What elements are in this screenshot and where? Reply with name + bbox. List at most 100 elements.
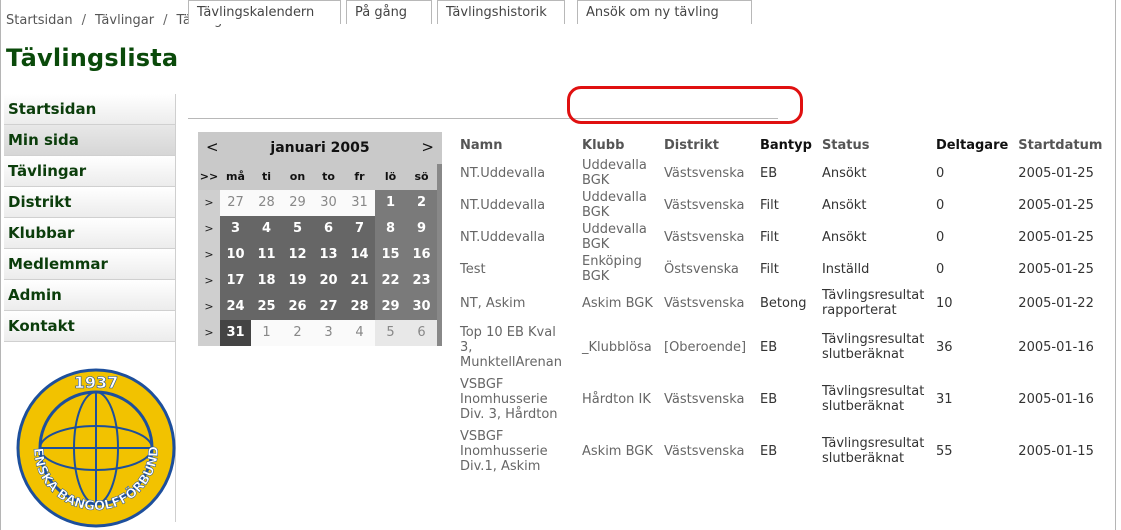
table-cell-distrikt: Västsvenska	[664, 391, 745, 407]
calendar-day[interactable]: 2	[406, 190, 437, 216]
table-row[interactable]: NT, Askim Askim BGK Västsvenska Betong Tävli…	[454, 285, 1112, 321]
calendar-day[interactable]: 5	[375, 320, 406, 346]
table-cell-status: Inställd	[821, 261, 870, 277]
column-header-status[interactable]: Status	[816, 133, 930, 157]
table-cell-namn[interactable]: Test	[454, 253, 576, 285]
table-cell-namn[interactable]: NT, Askim	[454, 285, 576, 321]
column-header-klubb[interactable]: Klubb	[576, 133, 658, 157]
table-row[interactable]: Top 10 EB Kval 3, MunktellArenan _Klubblö…	[454, 321, 1112, 373]
breadcrumb-separator: /	[81, 13, 86, 28]
calendar-day[interactable]: 5	[282, 216, 313, 242]
sidebar-item-min-sida[interactable]: Min sida	[4, 125, 176, 156]
calendar-day[interactable]: 28	[344, 294, 375, 320]
sidebar-item-distrikt[interactable]: Distrikt	[4, 187, 176, 218]
calendar-day[interactable]: 6	[313, 216, 344, 242]
calendar-day[interactable]: 7	[344, 216, 375, 242]
table-cell-bantyp: Filt	[760, 261, 779, 277]
breadcrumb-home[interactable]: Startsidan	[6, 13, 73, 28]
calendar-day[interactable]: 27	[313, 294, 344, 320]
tab-ansok-om-ny-tavling[interactable]: Ansök om ny tävling	[577, 0, 752, 24]
sidebar-item-tavlingar[interactable]: Tävlingar	[4, 156, 176, 187]
sidebar-item-klubbar[interactable]: Klubbar	[4, 218, 176, 249]
table-row[interactable]: Test Enköping BGK Östsvenska Filt Inställd 0 2…	[454, 253, 1112, 285]
sidebar-item-admin[interactable]: Admin	[4, 280, 176, 311]
calendar-day[interactable]: 15	[375, 242, 406, 268]
calendar: < januari 2005 > >> må ti on to fr lö sö >27 28 29…	[198, 132, 442, 346]
calendar-day[interactable]: 6	[406, 320, 437, 346]
calendar-day[interactable]: 25	[251, 294, 282, 320]
sidebar-item-kontakt[interactable]: Kontakt	[4, 311, 176, 342]
table-row[interactable]: NT.Uddevalla Uddevalla BGK Västsvenska EB An…	[454, 157, 1112, 189]
calendar-day[interactable]: 14	[344, 242, 375, 268]
table-cell-status: Tävlingsresultat rapporterat	[821, 288, 925, 318]
tab-pa-gang[interactable]: På gång	[346, 0, 432, 24]
calendar-day[interactable]: 19	[282, 268, 313, 294]
table-cell-bantyp: Filt	[760, 197, 779, 213]
table-row[interactable]: VSBGF Inomhusserie Div.1, Askim Askim BGK…	[454, 425, 1112, 477]
table-cell-status: Ansökt	[821, 229, 867, 245]
calendar-day[interactable]: 3	[220, 216, 251, 242]
calendar-day[interactable]: 1	[251, 320, 282, 346]
tab-tavlingshistorik[interactable]: Tävlingshistorik	[437, 0, 565, 24]
calendar-day[interactable]: 10	[220, 242, 251, 268]
calendar-weekday-må: må	[220, 164, 251, 190]
calendar-week-header[interactable]: >>	[198, 164, 220, 190]
table-cell-klubb: Uddevalla BGK	[582, 222, 647, 252]
table-cell-namn[interactable]: NT.Uddevalla	[454, 221, 576, 253]
calendar-day[interactable]: 23	[406, 268, 437, 294]
tab-tavlingskalendern[interactable]: Tävlingskalendern	[188, 0, 341, 24]
table-row[interactable]: NT.Uddevalla Uddevalla BGK Västsvenska Filt…	[454, 221, 1112, 253]
column-header-startdatum[interactable]: Startdatum	[1012, 133, 1112, 157]
column-header-bantyp[interactable]: Bantyp	[754, 133, 816, 157]
calendar-day[interactable]: 30	[406, 294, 437, 320]
sidebar-item-medlemmar[interactable]: Medlemmar	[4, 249, 176, 280]
table-row[interactable]: NT.Uddevalla Uddevalla BGK Västsvenska Filt…	[454, 189, 1112, 221]
table-cell-namn[interactable]: VSBGF Inomhusserie Div.1, Askim	[454, 425, 576, 477]
calendar-day[interactable]: 27	[220, 190, 251, 216]
column-header-distrikt[interactable]: Distrikt	[658, 133, 754, 157]
table-cell-status: Tävlingsresultat slutberäknat	[821, 436, 925, 466]
calendar-week-select[interactable]: >	[198, 190, 220, 216]
calendar-day[interactable]: 2	[282, 320, 313, 346]
calendar-day[interactable]: 26	[282, 294, 313, 320]
calendar-week-select[interactable]: >	[198, 216, 220, 242]
calendar-day[interactable]: 4	[344, 320, 375, 346]
calendar-week-select[interactable]: >	[198, 242, 220, 268]
calendar-day[interactable]: 30	[313, 190, 344, 216]
calendar-day[interactable]: 3	[313, 320, 344, 346]
calendar-day[interactable]: 4	[251, 216, 282, 242]
sidebar-item-startsidan[interactable]: Startsidan	[4, 94, 176, 125]
calendar-week-select[interactable]: >	[198, 294, 220, 320]
calendar-day[interactable]: 24	[220, 294, 251, 320]
calendar-day[interactable]: 20	[313, 268, 344, 294]
calendar-day[interactable]: 31	[220, 320, 251, 346]
calendar-day[interactable]: 18	[251, 268, 282, 294]
calendar-day[interactable]: 29	[375, 294, 406, 320]
calendar-day[interactable]: 13	[313, 242, 344, 268]
column-header-namn[interactable]: Namn	[454, 133, 576, 157]
calendar-day[interactable]: 8	[375, 216, 406, 242]
table-cell-namn[interactable]: NT.Uddevalla	[454, 157, 576, 189]
calendar-day[interactable]: 1	[375, 190, 406, 216]
calendar-day[interactable]: 22	[375, 268, 406, 294]
calendar-day[interactable]: 28	[251, 190, 282, 216]
calendar-weekday-sö: sö	[406, 164, 437, 190]
table-row[interactable]: VSBGF Inomhusserie Div. 3, Hårdton Hårdto…	[454, 373, 1112, 425]
calendar-day[interactable]: 29	[282, 190, 313, 216]
calendar-next-button[interactable]: >	[421, 138, 434, 156]
calendar-day[interactable]: 31	[344, 190, 375, 216]
column-header-deltagare[interactable]: Deltagare	[930, 133, 1012, 157]
table-cell-startdatum: 2005-01-25	[1018, 197, 1094, 213]
table-cell-namn[interactable]: Top 10 EB Kval 3, MunktellArenan	[454, 321, 576, 373]
calendar-day[interactable]: 16	[406, 242, 437, 268]
table-cell-namn[interactable]: VSBGF Inomhusserie Div. 3, Hårdton	[454, 373, 576, 425]
table-cell-namn[interactable]: NT.Uddevalla	[454, 189, 576, 221]
calendar-day[interactable]: 11	[251, 242, 282, 268]
calendar-day[interactable]: 9	[406, 216, 437, 242]
calendar-day[interactable]: 12	[282, 242, 313, 268]
calendar-week-select[interactable]: >	[198, 320, 220, 346]
breadcrumb-competitions[interactable]: Tävlingar	[95, 13, 154, 28]
calendar-day[interactable]: 21	[344, 268, 375, 294]
calendar-week-select[interactable]: >	[198, 268, 220, 294]
calendar-day[interactable]: 17	[220, 268, 251, 294]
